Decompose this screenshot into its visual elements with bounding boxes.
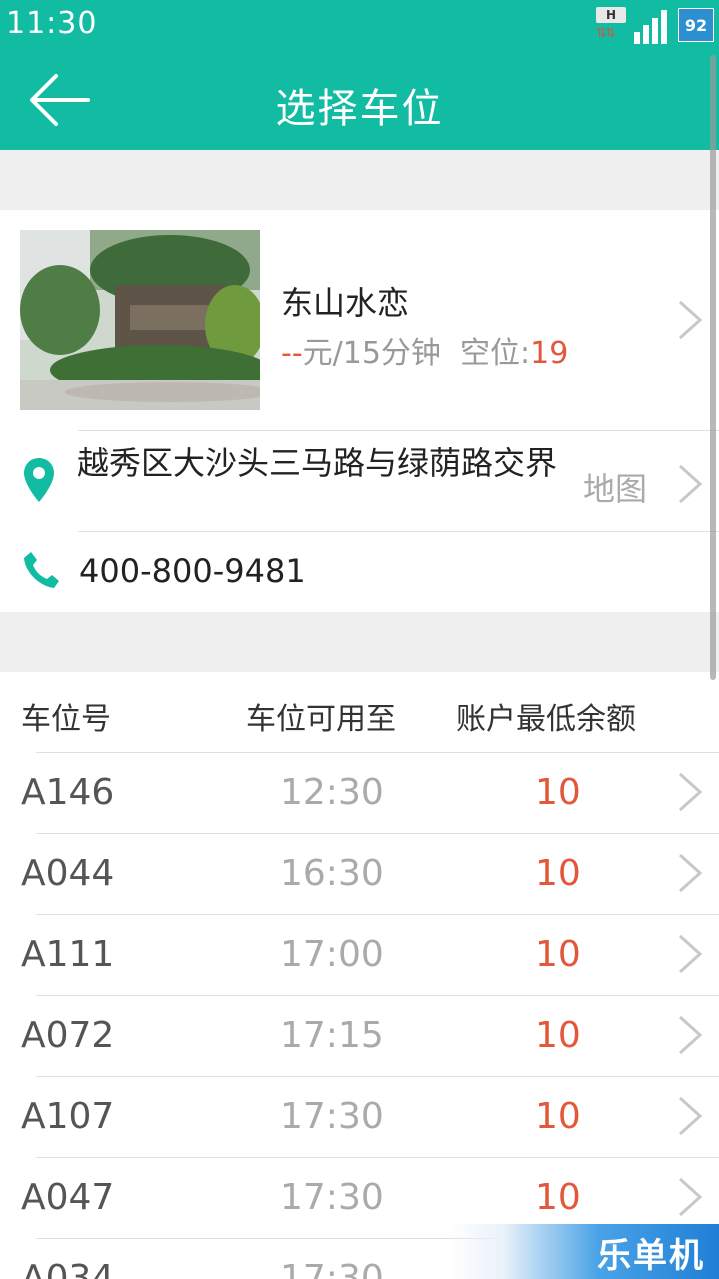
price-unit: 元/15分钟	[302, 336, 441, 371]
signal-icon	[634, 10, 667, 44]
chevron-right-icon	[678, 1096, 703, 1136]
min-balance: 10	[535, 772, 581, 813]
chevron-right-icon[interactable]	[676, 298, 704, 342]
spot-number: A111	[21, 934, 115, 975]
available-until: 17:30	[280, 1096, 384, 1137]
table-row[interactable]: A072 17:15 10	[0, 995, 719, 1076]
spot-number: A034	[21, 1258, 115, 1279]
lot-photo	[20, 230, 260, 410]
phone-icon	[24, 552, 59, 588]
min-balance: 10	[535, 1015, 581, 1056]
header-min-balance: 账户最低余额	[456, 702, 636, 737]
min-balance: 10	[535, 934, 581, 975]
app-bar: 选择车位	[0, 50, 719, 150]
watermark: 乐单机	[450, 1224, 719, 1279]
available-until: 12:30	[280, 772, 384, 813]
available-until: 16:30	[280, 853, 384, 894]
divider	[36, 995, 719, 996]
parking-spot-list: 车位号 车位可用至 账户最低余额 A146 12:30 10 A044 16:3…	[0, 672, 719, 1279]
battery-icon: 92	[678, 8, 714, 42]
table-row[interactable]: A146 12:30 10	[0, 752, 719, 833]
spot-number: A072	[21, 1015, 115, 1056]
spot-number: A107	[21, 1096, 115, 1137]
divider	[36, 752, 719, 753]
network-badge: H	[596, 7, 626, 23]
available-until: 17:30	[280, 1177, 384, 1218]
map-link[interactable]: 地图	[583, 464, 647, 510]
price-value: --	[281, 336, 303, 371]
header-spot: 车位号	[21, 702, 111, 737]
page-title: 选择车位	[275, 86, 444, 132]
available-until: 17:15	[280, 1015, 384, 1056]
table-row[interactable]: A107 17:30 10	[0, 1076, 719, 1157]
divider	[36, 914, 719, 915]
lot-phone[interactable]: 400-800-9481	[79, 552, 306, 590]
data-transfer-icon: ⇅⇅	[596, 26, 616, 41]
min-balance: 10	[535, 853, 581, 894]
status-bar: 11:30 H ⇅⇅ 92	[0, 0, 719, 50]
divider	[36, 1157, 719, 1158]
lot-name: 东山水恋	[281, 284, 410, 322]
watermark-text: 乐单机	[597, 1236, 705, 1276]
chevron-right-icon	[678, 934, 703, 974]
chevron-right-icon	[678, 772, 703, 812]
free-spots-count: 19	[530, 336, 569, 371]
lot-price: --元/15分钟 空位:19	[281, 328, 568, 372]
divider	[78, 531, 719, 532]
chevron-right-icon[interactable]	[676, 462, 704, 506]
parking-lot-card: 东山水恋 --元/15分钟 空位:19 越秀区大沙头三马路与绿荫路交界 地图 4…	[0, 210, 719, 612]
chevron-right-icon	[678, 853, 703, 893]
status-time: 11:30	[6, 6, 98, 41]
min-balance: 10	[535, 1096, 581, 1137]
chevron-right-icon	[678, 1015, 703, 1055]
table-row[interactable]: A111 17:00 10	[0, 914, 719, 995]
spot-number: A146	[21, 772, 115, 813]
available-until: 17:30	[280, 1258, 384, 1279]
chevron-right-icon	[678, 1177, 703, 1217]
location-pin-icon	[24, 458, 54, 502]
divider	[36, 1076, 719, 1077]
scrollbar[interactable]	[710, 55, 716, 680]
divider	[36, 833, 719, 834]
spot-number: A047	[21, 1177, 115, 1218]
lot-address: 越秀区大沙头三马路与绿荫路交界	[77, 444, 558, 482]
available-until: 17:00	[280, 934, 384, 975]
header-available-until: 车位可用至	[246, 702, 396, 737]
table-row[interactable]: A044 16:30 10	[0, 833, 719, 914]
spot-number: A044	[21, 853, 115, 894]
divider	[78, 430, 719, 431]
min-balance: 10	[535, 1177, 581, 1218]
free-spots-label: 空位:	[460, 336, 531, 371]
